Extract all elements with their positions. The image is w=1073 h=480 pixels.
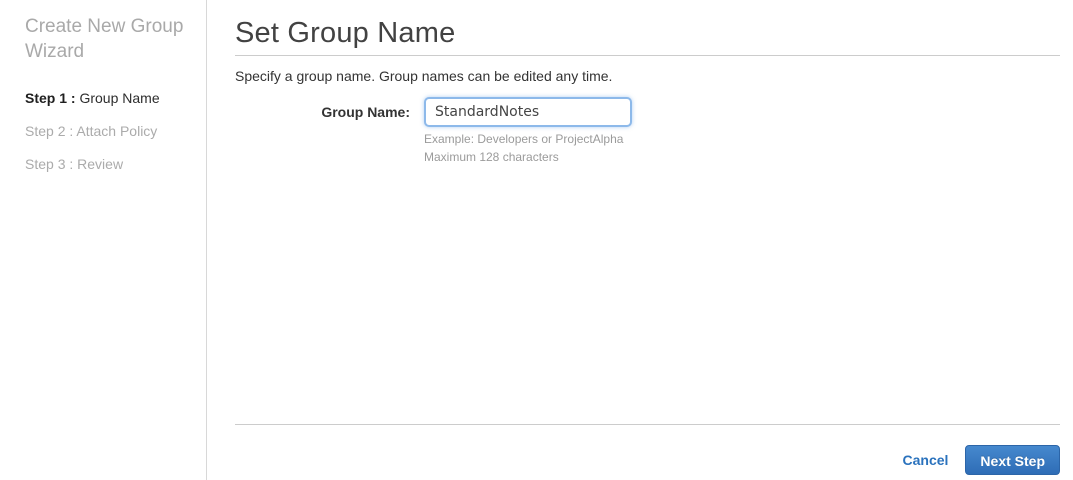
sidebar-step-review[interactable]: Step 3 : Review (25, 157, 206, 171)
title-divider (235, 55, 1060, 56)
step-label: Review (77, 156, 124, 172)
step-label: Group Name (79, 90, 160, 106)
group-name-form-row: Group Name: Example: Developers or Proje… (235, 97, 1060, 166)
group-name-label: Group Name: (321, 104, 410, 120)
wizard-steps: Step 1 : Group Name Step 2 : Attach Poli… (25, 91, 206, 171)
sidebar-step-attach-policy[interactable]: Step 2 : Attach Policy (25, 124, 206, 138)
footer-divider (235, 424, 1060, 425)
step-prefix: Step 2 : (25, 123, 77, 139)
group-name-input[interactable] (424, 97, 632, 127)
step-prefix: Step 3 : (25, 156, 78, 172)
sidebar-step-group-name[interactable]: Step 1 : Group Name (25, 91, 206, 105)
page-title: Set Group Name (235, 17, 456, 49)
wizard-title: Create New Group Wizard (25, 16, 184, 62)
create-group-wizard-window: Create New Group Wizard Step 1 : Group N… (0, 0, 1073, 480)
cancel-button[interactable]: Cancel (903, 452, 949, 468)
page-description: Specify a group name. Group names can be… (235, 68, 613, 84)
next-step-button[interactable]: Next Step (965, 445, 1060, 475)
step-label: Attach Policy (76, 123, 158, 139)
group-name-field-wrap: Example: Developers or ProjectAlpha Maxi… (424, 97, 632, 166)
wizard-sidebar: Create New Group Wizard Step 1 : Group N… (0, 0, 207, 480)
step-prefix: Step 1 : (25, 90, 80, 106)
group-name-hint-max: Maximum 128 characters (424, 150, 559, 164)
footer-actions: Cancel Next Step (903, 445, 1060, 475)
main-panel: Set Group Name Specify a group name. Gro… (235, 0, 1060, 480)
group-name-hint-example: Example: Developers or ProjectAlpha (424, 132, 624, 146)
